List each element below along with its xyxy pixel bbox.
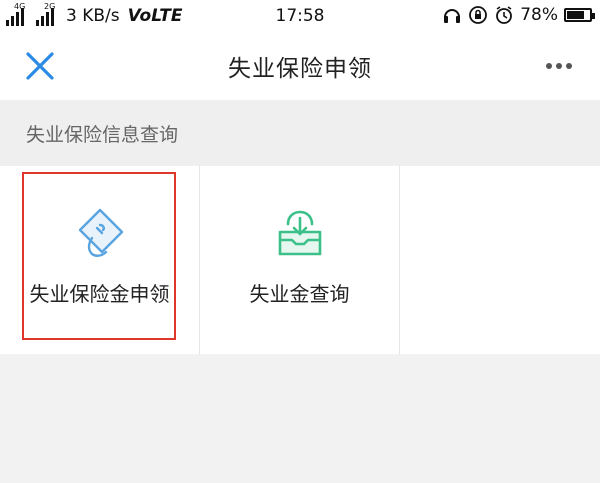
status-bar: 4G 2G 3 KB/s VoLTE 17:58 78% [0,0,600,32]
alarm-icon [496,6,513,24]
nav-bar: 失业保险申领 [0,32,600,100]
service-item-empty [400,166,600,354]
battery-percent: 78% [520,5,558,25]
service-item-unemployment-benefit-claim[interactable]: 失业保险金申领 [0,166,200,354]
service-grid: 失业保险金申领 失业金查询 [0,166,600,354]
close-icon [26,52,54,80]
service-label: 失业金查询 [249,282,350,306]
more-icon-dot [556,63,562,69]
more-button[interactable] [546,56,578,76]
tray-download-icon [278,210,321,256]
network-type: VoLTE [127,6,183,26]
service-item-unemployment-benefit-query[interactable]: 失业金查询 [200,166,400,354]
close-button[interactable] [24,50,56,82]
page-title: 失业保险申领 [228,56,372,82]
battery-icon [564,8,595,22]
signal-icon: 2G [36,2,62,26]
rotation-lock-icon [469,6,488,24]
net-speed: 3 KB/s [66,6,120,26]
headset-icon [444,9,461,23]
signal-icon: 4G [6,2,32,26]
more-icon-dot [566,63,572,69]
section-title: 失业保险信息查询 [0,100,600,166]
selection-highlight [22,172,176,340]
more-icon-dot [546,63,552,69]
